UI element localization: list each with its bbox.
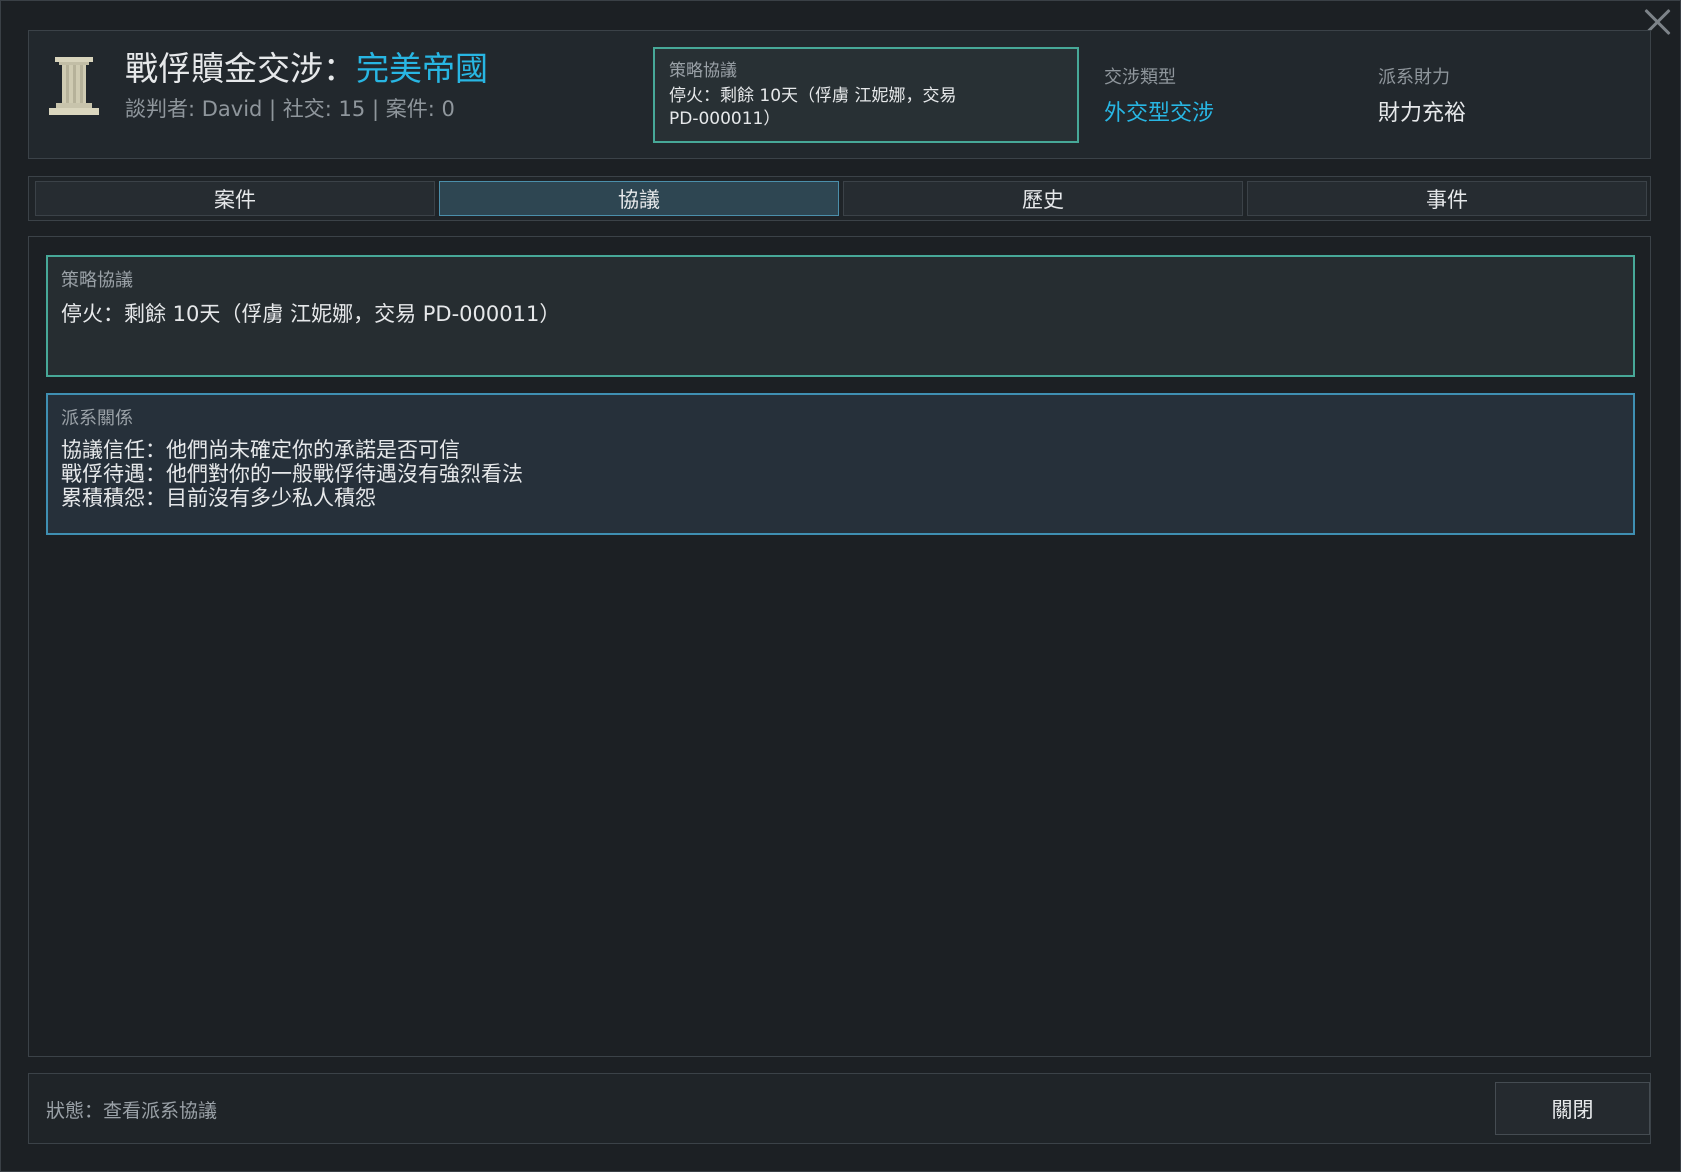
pillar-icon xyxy=(49,57,99,115)
negotiation-type-value: 外交型交涉 xyxy=(1104,101,1215,126)
tab-cases[interactable]: 案件 xyxy=(35,181,435,216)
negotiation-type-label: 交涉類型 xyxy=(1104,67,1176,88)
negotiator-meta: 談判者: David | 社交: 15 | 案件: 0 xyxy=(125,97,455,121)
close-button[interactable]: 關閉 xyxy=(1495,1082,1650,1135)
faction-relations-card: 派系關係 協議信任：他們尚未確定你的承諾是否可信 戰俘待遇：他們對你的一般戰俘待… xyxy=(46,393,1635,535)
faction-wealth-stat: 派系財力 財力充裕 xyxy=(1378,63,1466,127)
header-panel: 戰俘贖金交涉：完美帝國 談判者: David | 社交: 15 | 案件: 0 … xyxy=(28,30,1651,159)
tab-events[interactable]: 事件 xyxy=(1247,181,1647,216)
tab-agreements[interactable]: 協議 xyxy=(439,181,839,216)
strategy-agreement-card: 策略協議 停火：剩餘 10天（俘虜 江妮娜，交易 PD-000011） xyxy=(46,255,1635,377)
relation-line-grudge: 累積積怨：目前沒有多少私人積怨 xyxy=(61,486,376,510)
relations-card-body: 協議信任：他們尚未確定你的承諾是否可信 戰俘待遇：他們對你的一般戰俘待遇沒有強烈… xyxy=(61,438,1620,510)
relations-card-label: 派系關係 xyxy=(61,408,133,429)
strategy-summary-label: 策略協議 xyxy=(669,61,737,81)
strategy-card-label: 策略協議 xyxy=(61,270,133,291)
strategy-card-text: 停火：剩餘 10天（俘虜 江妮娜，交易 PD-000011） xyxy=(61,302,561,326)
relation-line-treatment: 戰俘待遇：他們對你的一般戰俘待遇沒有強烈看法 xyxy=(61,462,523,486)
faction-wealth-label: 派系財力 xyxy=(1378,67,1450,88)
tab-history[interactable]: 歷史 xyxy=(843,181,1243,216)
tab-bar: 案件 協議 歷史 事件 xyxy=(28,176,1651,221)
status-bar: 狀態：查看派系協議 關閉 xyxy=(28,1073,1651,1144)
relation-line-trust: 協議信任：他們尚未確定你的承諾是否可信 xyxy=(61,438,460,462)
strategy-summary-box: 策略協議 停火：剩餘 10天（俘虜 江妮娜，交易 PD-000011） xyxy=(653,47,1079,143)
negotiation-window: 戰俘贖金交涉：完美帝國 談判者: David | 社交: 15 | 案件: 0 … xyxy=(0,0,1681,1172)
strategy-summary-text: 停火：剩餘 10天（俘虜 江妮娜，交易 PD-000011） xyxy=(669,86,957,129)
faction-name: 完美帝國 xyxy=(356,49,488,88)
page-title: 戰俘贖金交涉：完美帝國 xyxy=(125,42,488,90)
status-text: 狀態：查看派系協議 xyxy=(46,1100,218,1122)
negotiation-type-stat: 交涉類型 外交型交涉 xyxy=(1104,63,1214,127)
faction-wealth-value: 財力充裕 xyxy=(1378,101,1467,126)
content-panel: 策略協議 停火：剩餘 10天（俘虜 江妮娜，交易 PD-000011） 派系關係… xyxy=(28,236,1651,1057)
title-prefix: 戰俘贖金交涉： xyxy=(125,49,356,88)
